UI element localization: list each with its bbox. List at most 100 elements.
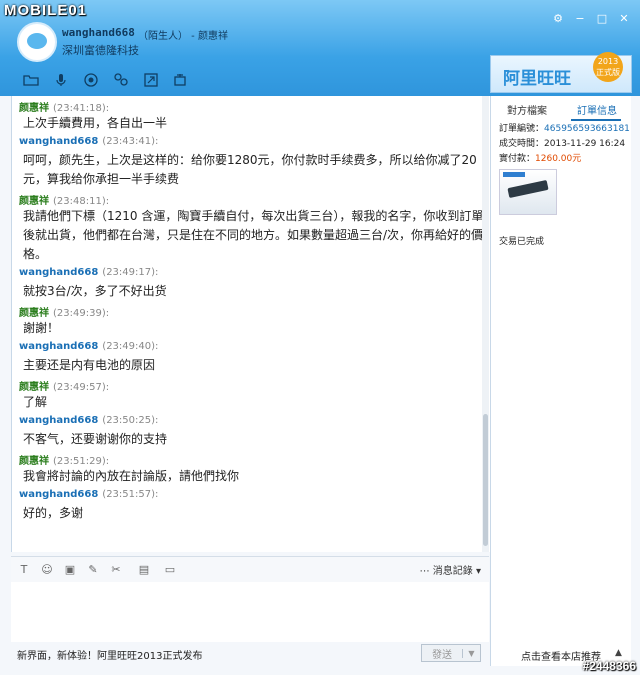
image-icon[interactable]: ▣ <box>63 563 77 577</box>
chat-message: wanghand668 (23:43:41): 呵呵，颜先生，上次是这样的：给你要1… <box>19 136 490 189</box>
emoji-icon[interactable]: ☺ <box>40 563 54 577</box>
translate-icon[interactable] <box>168 72 194 88</box>
message-time: (23:48:11): <box>53 196 110 207</box>
badge-year: 2013 <box>597 57 619 66</box>
chat-window: wanghand668 （陌生人） - 颜惠祥 深圳富德隆科技 ⚙ − □ ✕ <box>0 0 640 675</box>
font-icon[interactable]: T <box>17 563 31 577</box>
window-controls: ⚙ − □ ✕ <box>552 12 630 25</box>
message-time: (23:49:39): <box>53 308 110 319</box>
wangwang-banner[interactable]: 阿里旺旺 2013 正式版 <box>490 52 632 93</box>
message-header: wanghand668 (23:49:17): <box>19 267 490 280</box>
people-icon[interactable] <box>108 72 134 88</box>
chat-message: 颜惠祥 (23:49:39): 謝謝！ <box>19 304 490 338</box>
message-time: (23:49:17): <box>102 267 159 278</box>
tab-order-info[interactable]: 訂單信息 <box>577 102 617 117</box>
chat-message: 颜惠祥 (23:41:18): 上次手續費用，各自出一半 <box>19 99 490 133</box>
deal-time-row: 成交時間：2013-11-29 16:24 <box>499 136 625 149</box>
message-text: 謝謝！ <box>23 321 60 335</box>
message-text: 我會將討論的內放在討論版，請他們找你 <box>23 469 240 483</box>
watermark-id: #2448366 <box>582 659 636 673</box>
message-sender[interactable]: 颜惠祥 <box>19 308 49 319</box>
message-text: 好的，多谢 <box>23 506 84 520</box>
message-text: 主要还是内有电池的原因 <box>23 358 156 372</box>
deal-time-label: 成交時間： <box>499 139 545 149</box>
folder-icon[interactable] <box>18 72 44 88</box>
minimize-icon[interactable]: − <box>574 12 586 25</box>
contact-name[interactable]: wanghand668 <box>62 26 135 39</box>
send-options-icon[interactable]: ▼ <box>462 648 480 658</box>
message-time: (23:43:41): <box>102 136 159 147</box>
message-sender[interactable]: wanghand668 <box>19 341 98 352</box>
chat-message: wanghand668 (23:51:57): 好的，多谢 <box>19 489 490 523</box>
message-text: 呵呵，颜先生，上次是这样的：给你要1280元，你付款时手续费多，所以给你减了20… <box>23 153 477 186</box>
history-icon: ⋯ <box>419 566 433 577</box>
chat-toolbar <box>18 72 194 88</box>
message-sender[interactable]: wanghand668 <box>19 136 98 147</box>
message-header: wanghand668 (23:51:57): <box>19 489 490 502</box>
version-badge: 2013 正式版 <box>593 52 623 82</box>
message-sender[interactable]: 颜惠祥 <box>19 382 49 393</box>
message-time: (23:51:57): <box>102 489 159 500</box>
bottom-bar: 新界面，新体验！阿里旺旺2013正式发布 發送 ▼ <box>11 642 489 664</box>
message-time: (23:49:57): <box>53 382 110 393</box>
tab-other-files[interactable]: 對方檔案 <box>507 102 547 117</box>
message-sender[interactable]: wanghand668 <box>19 267 98 278</box>
message-sender[interactable]: 颜惠祥 <box>19 456 49 467</box>
scroll-thumb[interactable] <box>483 414 488 546</box>
chat-message: 颜惠祥 (23:48:11): 我請他們下標（1210 含運，陶寶手續自付，每次出貨… <box>19 192 490 264</box>
paid-row: 實付款：1260.00元 <box>499 151 581 164</box>
contact-avatar[interactable] <box>17 22 57 62</box>
maximize-icon[interactable]: □ <box>596 12 608 25</box>
order-number[interactable]: 465956593663181 <box>544 124 630 134</box>
edit-icon[interactable]: ✎ <box>86 563 100 577</box>
send-label: 發送 <box>432 649 452 661</box>
message-time: (23:49:40): <box>102 341 159 352</box>
message-text: 了解 <box>23 395 48 409</box>
chevron-up-icon[interactable]: ▲ <box>615 648 622 658</box>
close-icon[interactable]: ✕ <box>618 12 630 25</box>
chat-message: wanghand668 (23:49:40): 主要还是内有电池的原因 <box>19 341 490 375</box>
message-time: (23:51:29): <box>53 456 110 467</box>
message-header: wanghand668 (23:50:25): <box>19 415 490 428</box>
message-header: 颜惠祥 (23:51:29): <box>19 452 490 467</box>
order-number-label: 訂單編號： <box>499 124 545 134</box>
side-tabs: 對方檔案 訂單信息 <box>491 99 631 121</box>
input-toolbar: T ☺ ▣ ✎ ✂ ▤ ▭ ⋯ 消息記錄 ▾ <box>11 556 489 583</box>
message-header: 颜惠祥 (23:41:18): <box>19 99 490 114</box>
chat-scrollbar[interactable] <box>482 96 489 552</box>
message-sender[interactable]: 颜惠祥 <box>19 103 49 114</box>
quick-reply-icon[interactable]: ▭ <box>163 563 177 577</box>
template-icon[interactable]: ▤ <box>137 563 151 577</box>
chat-message: wanghand668 (23:49:17): 就按3台/次，多了不好出货 <box>19 267 490 301</box>
order-number-row: 訂單編號：465956593663181 <box>499 121 630 134</box>
deal-time: 2013-11-29 16:24 <box>544 139 626 149</box>
product-thumbnail[interactable] <box>499 169 557 215</box>
paid-amount: 1260.00元 <box>535 154 582 164</box>
message-sender[interactable]: wanghand668 <box>19 415 98 426</box>
message-header: wanghand668 (23:49:40): <box>19 341 490 354</box>
banner-title: 阿里旺旺 <box>503 69 571 89</box>
settings-icon[interactable]: ⚙ <box>552 12 564 25</box>
badge-edition: 正式版 <box>596 68 620 77</box>
chat-message: wanghand668 (23:50:25): 不客气，还要谢谢你的支持 <box>19 415 490 449</box>
share-icon[interactable] <box>138 72 164 88</box>
message-header: 颜惠祥 (23:49:57): <box>19 378 490 393</box>
camera-icon[interactable] <box>78 72 104 88</box>
history-label: 消息記錄 <box>432 566 473 577</box>
message-history-button[interactable]: ⋯ 消息記錄 ▾ <box>420 562 481 577</box>
message-text: 就按3台/次，多了不好出货 <box>23 284 167 298</box>
microphone-icon[interactable] <box>48 72 74 88</box>
message-sender[interactable]: wanghand668 <box>19 489 98 500</box>
message-text: 不客气，还要谢谢你的支持 <box>23 432 168 446</box>
message-input[interactable] <box>11 582 489 642</box>
message-sender[interactable]: 颜惠祥 <box>19 196 49 207</box>
watermark-logo: MOBILE01 <box>4 2 88 19</box>
paid-label: 實付款： <box>499 154 536 164</box>
chevron-down-icon: ▾ <box>475 566 481 577</box>
news-link[interactable]: 新界面，新体验！阿里旺旺2013正式发布 <box>17 647 202 662</box>
message-time: (23:41:18): <box>53 103 110 114</box>
chat-message: 颜惠祥 (23:51:29): 我會將討論的內放在討論版，請他們找你 <box>19 452 490 486</box>
send-button[interactable]: 發送 ▼ <box>421 644 481 662</box>
screenshot-icon[interactable]: ✂ <box>109 563 123 577</box>
message-header: 颜惠祥 (23:48:11): <box>19 192 490 207</box>
